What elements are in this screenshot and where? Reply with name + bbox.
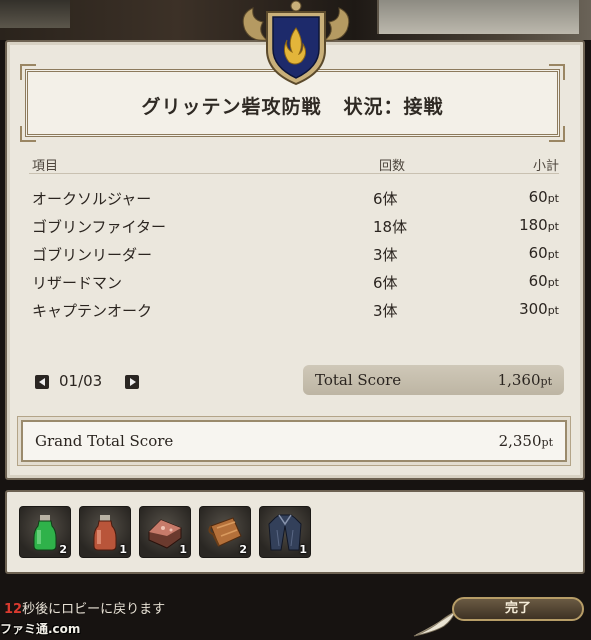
reward-slot[interactable]: 1 xyxy=(259,506,311,558)
crest-emblem-icon xyxy=(242,0,350,86)
watermark-logo: ファミ通.com xyxy=(0,622,81,636)
arrow-left-icon xyxy=(39,378,45,386)
row-points: 60pt xyxy=(528,188,559,206)
results-panel: グリッテン砦攻防戦 状況：接戦 項目 回数 小計 オークソルジャー 6体 60pt… xyxy=(5,40,585,480)
row-points: 180pt xyxy=(519,216,559,234)
row-points: 60pt xyxy=(528,244,559,262)
table-row: ゴブリンファイター 18体 180pt xyxy=(7,212,583,239)
column-header-subtotal: 小計 xyxy=(532,159,559,174)
background-window-left xyxy=(0,0,70,28)
column-header-item: 項目 xyxy=(32,159,59,174)
total-score-box: Total Score 1,360pt xyxy=(303,365,564,395)
previous-page-button[interactable] xyxy=(35,375,49,389)
row-points: 300pt xyxy=(519,300,559,318)
reward-items-panel: 2 1 1 2 1 xyxy=(5,490,585,574)
row-points: 60pt xyxy=(528,272,559,290)
row-count: 3体 xyxy=(373,246,398,264)
table-row: リザードマン 6体 60pt xyxy=(7,268,583,295)
page-indicator: 01/03 xyxy=(59,372,103,390)
row-count: 6体 xyxy=(373,190,398,208)
item-quantity: 2 xyxy=(59,543,67,556)
header-divider xyxy=(29,173,559,174)
row-count: 3体 xyxy=(373,302,398,320)
grand-total-score-box: Grand Total Score 2,350pt xyxy=(21,420,567,462)
grand-total-label: Grand Total Score xyxy=(35,432,174,450)
item-quantity: 2 xyxy=(239,543,247,556)
battle-status: 状況：接戦 xyxy=(343,96,444,118)
reward-slot[interactable]: 1 xyxy=(79,506,131,558)
column-header-count: 回数 xyxy=(379,159,406,174)
item-quantity: 1 xyxy=(299,543,307,556)
reward-slot[interactable]: 1 xyxy=(139,506,191,558)
arrow-right-icon xyxy=(130,378,136,386)
row-count: 18体 xyxy=(373,218,408,236)
battle-name: グリッテン砦攻防戦 xyxy=(141,96,322,118)
table-row: ゴブリンリーダー 3体 60pt xyxy=(7,240,583,267)
reward-slot[interactable]: 2 xyxy=(19,506,71,558)
row-count: 6体 xyxy=(373,274,398,292)
countdown-seconds: 12 xyxy=(4,602,23,617)
quill-icon xyxy=(413,611,456,637)
row-name: ゴブリンリーダー xyxy=(32,246,153,264)
table-row: オークソルジャー 6体 60pt xyxy=(7,184,583,211)
row-name: オークソルジャー xyxy=(32,190,152,208)
row-name: ゴブリンファイター xyxy=(32,218,166,236)
total-score-value: 1,360pt xyxy=(497,371,552,389)
total-score-label: Total Score xyxy=(315,371,402,389)
grand-total-value: 2,350pt xyxy=(498,432,553,450)
done-button[interactable]: 完了 xyxy=(452,597,584,621)
return-countdown: 12秒後にロビーに戻ります xyxy=(4,598,165,617)
table-row: キャプテンオーク 3体 300pt xyxy=(7,296,583,323)
row-name: リザードマン xyxy=(32,274,123,292)
page-title: グリッテン砦攻防戦 状況：接戦 xyxy=(28,92,557,119)
next-page-button[interactable] xyxy=(125,375,139,389)
item-quantity: 1 xyxy=(179,543,187,556)
background-window-right xyxy=(377,0,579,34)
reward-slot[interactable]: 2 xyxy=(199,506,251,558)
return-message: 秒後にロビーに戻ります xyxy=(22,602,166,617)
row-name: キャプテンオーク xyxy=(32,302,153,320)
item-quantity: 1 xyxy=(119,543,127,556)
